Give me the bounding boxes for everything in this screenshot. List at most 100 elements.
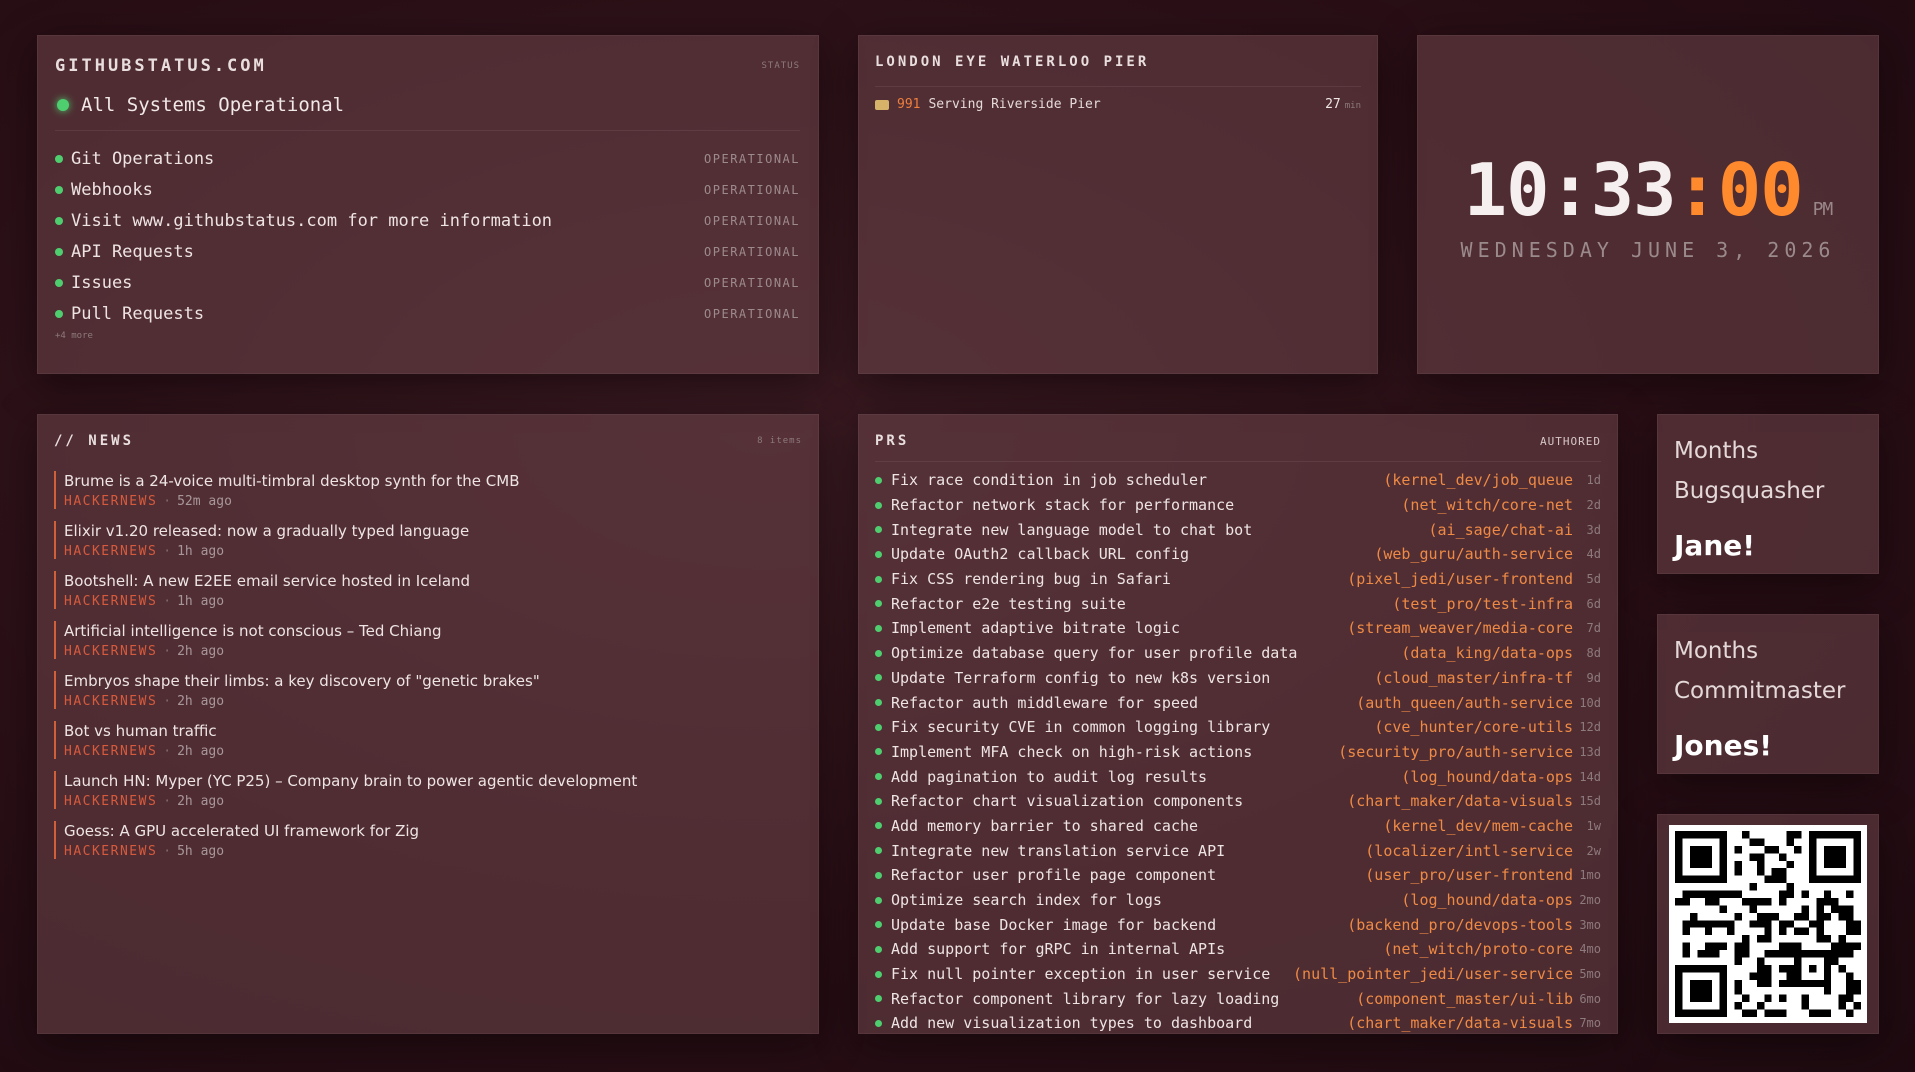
kudos-name: Jane!: [1674, 529, 1756, 562]
pr-row[interactable]: Refactor network stack for performance (n…: [875, 493, 1601, 518]
pr-repo[interactable]: (stream_weaver/media-core: [1347, 619, 1573, 637]
pr-repo[interactable]: (kernel_dev/job_queue: [1383, 471, 1573, 489]
news-item[interactable]: Goess: A GPU accelerated UI framework fo…: [54, 821, 802, 859]
pr-row[interactable]: Refactor component library for lazy load…: [875, 986, 1601, 1011]
pr-status-icon: [875, 649, 882, 657]
pr-repo[interactable]: (kernel_dev/mem-cache: [1383, 817, 1573, 835]
pr-row[interactable]: Add memory barrier to shared cache (kerne…: [875, 814, 1601, 839]
pr-repo[interactable]: (null_pointer_jedi/user-service: [1293, 965, 1573, 983]
pr-row[interactable]: Update base Docker image for backend (bac…: [875, 912, 1601, 937]
pr-age: 2w: [1586, 843, 1601, 858]
pr-title[interactable]: Fix race condition in job scheduler: [891, 471, 1375, 489]
news-item[interactable]: Bootshell: A new E2EE email service host…: [54, 571, 802, 609]
pr-status-icon: [875, 822, 882, 830]
pr-title[interactable]: Integrate new translation service API: [891, 842, 1357, 860]
pr-repo[interactable]: (chart_maker/data-visuals: [1347, 792, 1573, 810]
pr-title[interactable]: Refactor user profile page component: [891, 866, 1357, 884]
pr-row[interactable]: Refactor e2e testing suite (test_pro/test…: [875, 591, 1601, 616]
pr-title[interactable]: Refactor network stack for performance: [891, 496, 1393, 514]
pr-row[interactable]: Implement MFA check on high-risk actions…: [875, 740, 1601, 765]
news-item[interactable]: Brume is a 24-voice multi-timbral deskto…: [54, 471, 802, 509]
pr-title[interactable]: Implement adaptive bitrate logic: [891, 619, 1339, 637]
pr-age: 7d: [1586, 621, 1601, 636]
pr-row[interactable]: Fix security CVE in common logging libra…: [875, 715, 1601, 740]
pr-repo[interactable]: (ai_sage/chat-ai: [1429, 521, 1574, 539]
pr-row[interactable]: Fix null pointer exception in user servi…: [875, 962, 1601, 987]
news-item[interactable]: Bot vs human traffic HACKERNEWS · 2h ago: [54, 721, 802, 759]
pr-title[interactable]: Refactor component library for lazy load…: [891, 990, 1348, 1008]
transit-title: LONDON EYE WATERLOO PIER: [875, 54, 1150, 70]
pr-title[interactable]: Refactor e2e testing suite: [891, 595, 1384, 613]
pr-row[interactable]: Refactor user profile page component (use…: [875, 863, 1601, 888]
pr-title[interactable]: Refactor auth middleware for speed: [891, 694, 1348, 712]
pr-row[interactable]: Update OAuth2 callback URL config (web_gu…: [875, 542, 1601, 567]
pr-status-icon: [875, 476, 882, 484]
pr-row[interactable]: Refactor chart visualization components (…: [875, 789, 1601, 814]
qr-code-icon[interactable]: [1669, 825, 1867, 1023]
pr-row[interactable]: Update Terraform config to new k8s versi…: [875, 666, 1601, 691]
pr-row[interactable]: Integrate new translation service API (lo…: [875, 838, 1601, 863]
news-item[interactable]: Launch HN: Myper (YC P25) – Company brai…: [54, 771, 802, 809]
pr-row[interactable]: Optimize search index for logs (log_hound…: [875, 888, 1601, 913]
pr-title[interactable]: Fix CSS rendering bug in Safari: [891, 570, 1339, 588]
pr-age: 14d: [1579, 769, 1601, 784]
pr-row[interactable]: Implement adaptive bitrate logic (stream_…: [875, 616, 1601, 641]
pr-repo[interactable]: (localizer/intl-service: [1365, 842, 1573, 860]
pr-row[interactable]: Refactor auth middleware for speed (auth_…: [875, 690, 1601, 715]
pr-repo[interactable]: (pixel_jedi/user-frontend: [1347, 570, 1573, 588]
pr-age: 4d: [1586, 547, 1601, 562]
pr-title[interactable]: Optimize database query for user profile…: [891, 644, 1393, 662]
pr-repo[interactable]: (chart_maker/data-visuals: [1347, 1014, 1573, 1032]
github-more-link[interactable]: +4 more: [55, 331, 800, 341]
pr-repo[interactable]: (backend_pro/devops-tools: [1347, 916, 1573, 934]
pr-title[interactable]: Fix null pointer exception in user servi…: [891, 965, 1285, 983]
news-item-title[interactable]: Bot vs human traffic: [64, 721, 802, 741]
pr-title[interactable]: Update base Docker image for backend: [891, 916, 1339, 934]
pr-title[interactable]: Refactor chart visualization components: [891, 792, 1339, 810]
news-item-title[interactable]: Launch HN: Myper (YC P25) – Company brai…: [64, 771, 802, 791]
pr-repo[interactable]: (log_hound/data-ops: [1401, 768, 1573, 786]
pr-title[interactable]: Add pagination to audit log results: [891, 768, 1393, 786]
pr-row[interactable]: Add new visualization types to dashboard…: [875, 1011, 1601, 1033]
pr-title[interactable]: Fix security CVE in common logging libra…: [891, 718, 1366, 736]
pr-repo[interactable]: (cve_hunter/core-utils: [1374, 718, 1573, 736]
pr-status-icon: [875, 526, 882, 534]
news-item-title[interactable]: Goess: A GPU accelerated UI framework fo…: [64, 821, 802, 841]
news-item-title[interactable]: Embryos shape their limbs: a key discove…: [64, 671, 802, 691]
pr-status-icon: [875, 575, 882, 583]
separator-dot: ·: [163, 544, 172, 559]
pr-title[interactable]: Optimize search index for logs: [891, 891, 1393, 909]
pr-repo[interactable]: (web_guru/auth-service: [1374, 545, 1573, 563]
pr-repo[interactable]: (log_hound/data-ops: [1401, 891, 1573, 909]
pr-repo[interactable]: (test_pro/test-infra: [1392, 595, 1573, 613]
pr-repo[interactable]: (net_witch/core-net: [1401, 496, 1573, 514]
pr-title[interactable]: Update Terraform config to new k8s versi…: [891, 669, 1366, 687]
pr-repo[interactable]: (cloud_master/infra-tf: [1374, 669, 1573, 687]
pr-title[interactable]: Add new visualization types to dashboard: [891, 1014, 1339, 1032]
pr-title[interactable]: Update OAuth2 callback URL config: [891, 545, 1366, 563]
news-item[interactable]: Artificial intelligence is not conscious…: [54, 621, 802, 659]
pr-row[interactable]: Fix CSS rendering bug in Safari (pixel_je…: [875, 567, 1601, 592]
pr-repo[interactable]: (user_pro/user-frontend: [1365, 866, 1573, 884]
pr-row[interactable]: Integrate new language model to chat bot…: [875, 517, 1601, 542]
pr-repo[interactable]: (auth_queen/auth-service: [1356, 694, 1573, 712]
news-item-title[interactable]: Artificial intelligence is not conscious…: [64, 621, 802, 641]
pr-title[interactable]: Add memory barrier to shared cache: [891, 817, 1375, 835]
pr-repo[interactable]: (component_master/ui-lib: [1356, 990, 1573, 1008]
pr-title[interactable]: Implement MFA check on high-risk actions: [891, 743, 1330, 761]
news-item-title[interactable]: Elixir v1.20 released: now a gradually t…: [64, 521, 802, 541]
pr-title[interactable]: Add support for gRPC in internal APIs: [891, 940, 1375, 958]
pr-row[interactable]: Fix race condition in job scheduler (kern…: [875, 468, 1601, 493]
news-item-source: HACKERNEWS: [64, 544, 158, 559]
pr-row[interactable]: Add support for gRPC in internal APIs (ne…: [875, 937, 1601, 962]
pr-title[interactable]: Integrate new language model to chat bot: [891, 521, 1421, 539]
pr-repo[interactable]: (security_pro/auth-service: [1338, 743, 1573, 761]
pr-repo[interactable]: (net_witch/proto-core: [1383, 940, 1573, 958]
news-item[interactable]: Embryos shape their limbs: a key discove…: [54, 671, 802, 709]
news-item-title[interactable]: Bootshell: A new E2EE email service host…: [64, 571, 802, 591]
pr-row[interactable]: Add pagination to audit log results (log_…: [875, 764, 1601, 789]
news-item-title[interactable]: Brume is a 24-voice multi-timbral deskto…: [64, 471, 802, 491]
news-item[interactable]: Elixir v1.20 released: now a gradually t…: [54, 521, 802, 559]
pr-repo[interactable]: (data_king/data-ops: [1401, 644, 1573, 662]
pr-row[interactable]: Optimize database query for user profile…: [875, 641, 1601, 666]
